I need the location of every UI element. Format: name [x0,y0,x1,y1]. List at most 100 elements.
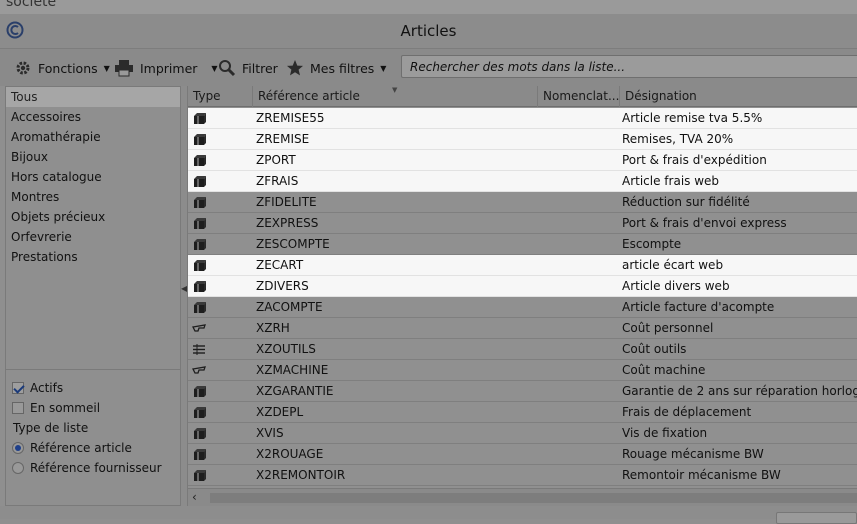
title-bar: Articles [0,14,857,48]
box-icon [194,197,206,208]
cell-designation: Article frais web [622,174,720,188]
cell-designation: Article divers web [622,279,730,293]
box-icon [194,239,206,250]
box-icon [194,407,206,418]
table-row[interactable]: X2REMONTOIR Remontoir mécanisme BW [188,465,857,486]
table-row[interactable]: ZREMISE55 Article remise tva 5.5% [188,108,857,129]
filters-panel: Actifs En sommeil Type de liste Référenc… [6,369,180,501]
cell-designation: Coût outils [622,342,687,356]
cell-designation: Frais de déplacement [622,405,752,419]
cell-designation: Escompte [622,237,682,251]
search-placeholder: Rechercher des mots dans la liste... [410,60,626,74]
toolbar: Fonctions ▼ Imprimer ▼ Filtrer Mes filtres… [0,48,857,86]
category-item[interactable]: Aromathérapie [6,127,180,147]
list-type-label: Type de liste [13,421,89,435]
horizontal-scrollbar[interactable]: ‹ [188,488,857,506]
hand-icon [192,324,206,332]
cell-reference: ZFIDELITE [256,195,317,209]
cell-reference: ZEXPRESS [256,216,319,230]
cell-reference: XZGARANTIE [256,384,334,398]
category-item[interactable]: Accessoires [6,107,180,127]
actifs-checkbox[interactable]: Actifs [12,381,63,395]
bottom-button[interactable] [776,512,857,524]
cell-reference: ZACOMPTE [256,300,323,314]
left-panel: Tous Accessoires Aromathérapie Bijoux Hors c… [5,86,181,506]
functions-label: Fonctions [38,60,98,76]
category-item[interactable]: Prestations [6,247,180,267]
table-row[interactable]: XZMACHINE Coût machine [188,360,857,381]
background-window-fragment: société [0,0,857,14]
table-row[interactable]: ZREMISE Remises, TVA 20% [188,129,857,150]
box-icon [194,428,206,439]
category-item[interactable]: Tous [6,87,180,107]
cell-designation: Rouage mécanisme BW [622,447,764,461]
table-row[interactable]: ZPORT Port & frais d'expédition [188,150,857,171]
cell-designation: Remises, TVA 20% [622,132,734,146]
print-menu-button[interactable]: Imprimer ▼ [114,58,218,78]
column-header-nomenclature[interactable]: Nomenclat... [538,86,620,107]
cell-designation: article écart web [622,258,724,272]
category-item[interactable]: Objets précieux [6,207,180,227]
cell-designation: Article remise tva 5.5% [622,111,763,125]
my-filters-menu-button[interactable]: Mes filtres ▼ [286,58,386,78]
table-row[interactable]: ZESCOMPTE Escompte [188,234,857,255]
radio-unselected-icon [12,462,24,474]
window-title: Articles [400,22,457,40]
grid-header: Type Référence article ▼ Nomenclat... Dé… [188,86,857,107]
cell-designation: Port & frais d'envoi express [622,216,787,230]
category-list: Tous Accessoires Aromathérapie Bijoux Hors c… [6,87,180,267]
cell-designation: Remontoir mécanisme BW [622,468,781,482]
cell-reference: XZMACHINE [256,363,329,377]
category-item[interactable]: Montres [6,187,180,207]
search-input[interactable]: Rechercher des mots dans la liste... [401,55,857,78]
cell-designation: Réduction sur fidélité [622,195,750,209]
category-item[interactable]: Hors catalogue [6,167,180,187]
table-row[interactable]: ZEXPRESS Port & frais d'envoi express [188,213,857,234]
category-item[interactable]: Bijoux [6,147,180,167]
table-row[interactable]: XZDEPL Frais de déplacement [188,402,857,423]
box-icon [194,113,206,124]
grid-rows: ZREMISE55 Article remise tva 5.5% ZREMISE R… [188,108,857,486]
articles-grid: Type Référence article ▼ Nomenclat... Dé… [187,86,857,506]
column-header-type[interactable]: Type [188,86,253,107]
filter-button[interactable]: Filtrer [218,58,278,78]
star-icon [287,60,303,76]
print-label: Imprimer [140,60,198,76]
filter-label: Filtrer [242,60,278,76]
column-header-designation[interactable]: Désignation [620,86,857,107]
cell-designation: Garantie de 2 ans sur réparation horlogè… [622,384,857,398]
scroll-left-icon[interactable]: ‹ [192,490,197,504]
box-icon [194,155,206,166]
hand-icon [192,366,206,374]
box-icon [194,302,206,313]
ref-article-radio[interactable]: Référence article [12,441,132,455]
box-icon [194,134,206,145]
table-row[interactable]: ZFIDELITE Réduction sur fidélité [188,192,857,213]
table-row[interactable]: X2ROUAGE Rouage mécanisme BW [188,444,857,465]
table-row[interactable]: ZFRAIS Article frais web [188,171,857,192]
table-row[interactable]: XZOUTILS Coût outils [188,339,857,360]
functions-menu-button[interactable]: Fonctions ▼ [14,58,110,78]
bottom-bar [0,506,857,524]
magnifier-icon [219,60,236,77]
box-icon [194,386,206,397]
box-icon [194,260,206,271]
cell-reference: ZREMISE [256,132,310,146]
cell-designation: Coût machine [622,363,706,377]
table-row[interactable]: XZRH Coût personnel [188,318,857,339]
cell-designation: Article facture d'acompte [622,300,775,314]
table-row[interactable]: ZECART article écart web [188,255,857,276]
printer-icon [115,60,133,77]
en-sommeil-checkbox[interactable]: En sommeil [12,401,100,415]
scrollbar-thumb[interactable] [210,493,857,503]
cell-designation: Coût personnel [622,321,714,335]
chevron-down-icon: ▼ [380,63,387,73]
radio-selected-icon [12,442,24,454]
table-row[interactable]: ZDIVERS Article divers web [188,276,857,297]
ref-fournisseur-radio[interactable]: Référence fournisseur [12,461,162,475]
table-row[interactable]: XVIS Vis de fixation [188,423,857,444]
box-icon [194,449,206,460]
table-row[interactable]: ZACOMPTE Article facture d'acompte [188,297,857,318]
category-item[interactable]: Orfevrerie [6,227,180,247]
table-row[interactable]: XZGARANTIE Garantie de 2 ans sur réparati… [188,381,857,402]
